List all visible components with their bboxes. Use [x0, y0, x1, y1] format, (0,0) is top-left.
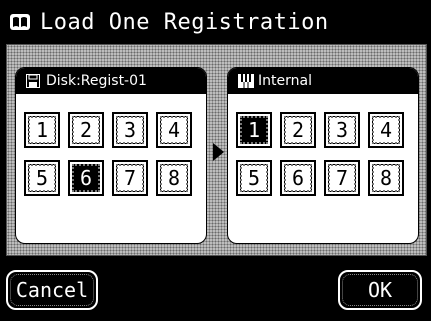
internal-slot-4[interactable]: 4	[368, 112, 404, 148]
internal-slot-number: 7	[328, 164, 356, 192]
disk-slot-1[interactable]: 1	[24, 112, 60, 148]
internal-slot-row: 1234	[236, 112, 412, 148]
internal-slot-number: 2	[284, 116, 312, 144]
disk-slot-number: 5	[28, 164, 56, 192]
disk-slot-number: 8	[160, 164, 188, 192]
internal-slot-8[interactable]: 8	[368, 160, 404, 196]
disk-slot-grid: 1234 5678	[24, 112, 200, 208]
disk-slot-2[interactable]: 2	[68, 112, 104, 148]
main-area: Disk:Regist-01 12345678 Internal 1 2 3 4…	[6, 44, 427, 256]
disk-panel-title: Disk:Regist-01	[46, 73, 147, 89]
disk-slot-number: 2	[72, 116, 100, 144]
title-bar: Load One Registration	[8, 6, 423, 38]
disk-slot-number: 4	[160, 116, 188, 144]
disk-slot-3[interactable]: 3	[112, 112, 148, 148]
internal-slot-5[interactable]: 5	[236, 160, 272, 196]
internal-slot-2[interactable]: 2	[280, 112, 316, 148]
internal-slot-number: 1	[240, 116, 268, 144]
disk-slot-4[interactable]: 4	[156, 112, 192, 148]
internal-slot-7[interactable]: 7	[324, 160, 360, 196]
internal-slot-grid: 1234 5678	[236, 112, 412, 208]
cancel-button[interactable]: Cancel	[6, 270, 98, 310]
copy-direction-arrow-icon	[213, 143, 224, 161]
internal-panel-title: Internal	[258, 73, 312, 89]
internal-slot-6[interactable]: 6	[280, 160, 316, 196]
disk-slot-6[interactable]: 6	[68, 160, 104, 196]
disk-slot-number: 3	[116, 116, 144, 144]
disk-slot-7[interactable]: 7	[112, 160, 148, 196]
disk-slot-number: 6	[72, 164, 100, 192]
disk-panel-header: Disk:Regist-01	[16, 68, 206, 94]
internal-slot-number: 8	[372, 164, 400, 192]
internal-panel-header: Internal	[228, 68, 418, 94]
floppy-disk-icon	[26, 73, 42, 89]
internal-slot-number: 4	[372, 116, 400, 144]
disk-slot-number: 1	[28, 116, 56, 144]
ok-button-label: OK	[367, 278, 393, 302]
internal-slot-number: 3	[328, 116, 356, 144]
disk-slot-row: 5678	[24, 160, 200, 196]
disk-panel: Disk:Regist-01 1234 5678	[15, 67, 207, 244]
disk-slot-row: 1234	[24, 112, 200, 148]
internal-slot-1[interactable]: 1	[236, 112, 272, 148]
page-title: Load One Registration	[40, 9, 329, 35]
disk-slot-8[interactable]: 8	[156, 160, 192, 196]
internal-panel: Internal 1234 5678	[227, 67, 419, 244]
internal-slot-row: 5678	[236, 160, 412, 196]
internal-slot-3[interactable]: 3	[324, 112, 360, 148]
ok-button[interactable]: OK	[338, 270, 422, 310]
piano-keys-icon	[238, 73, 254, 89]
internal-slot-number: 5	[240, 164, 268, 192]
disk-slot-number: 7	[116, 164, 144, 192]
disk-slot-5[interactable]: 5	[24, 160, 60, 196]
book-icon	[8, 12, 32, 32]
internal-slot-number: 6	[284, 164, 312, 192]
cancel-button-label: Cancel	[15, 278, 89, 302]
load-registration-screen: Load One Registration Disk:Regist-01 123…	[0, 0, 431, 321]
